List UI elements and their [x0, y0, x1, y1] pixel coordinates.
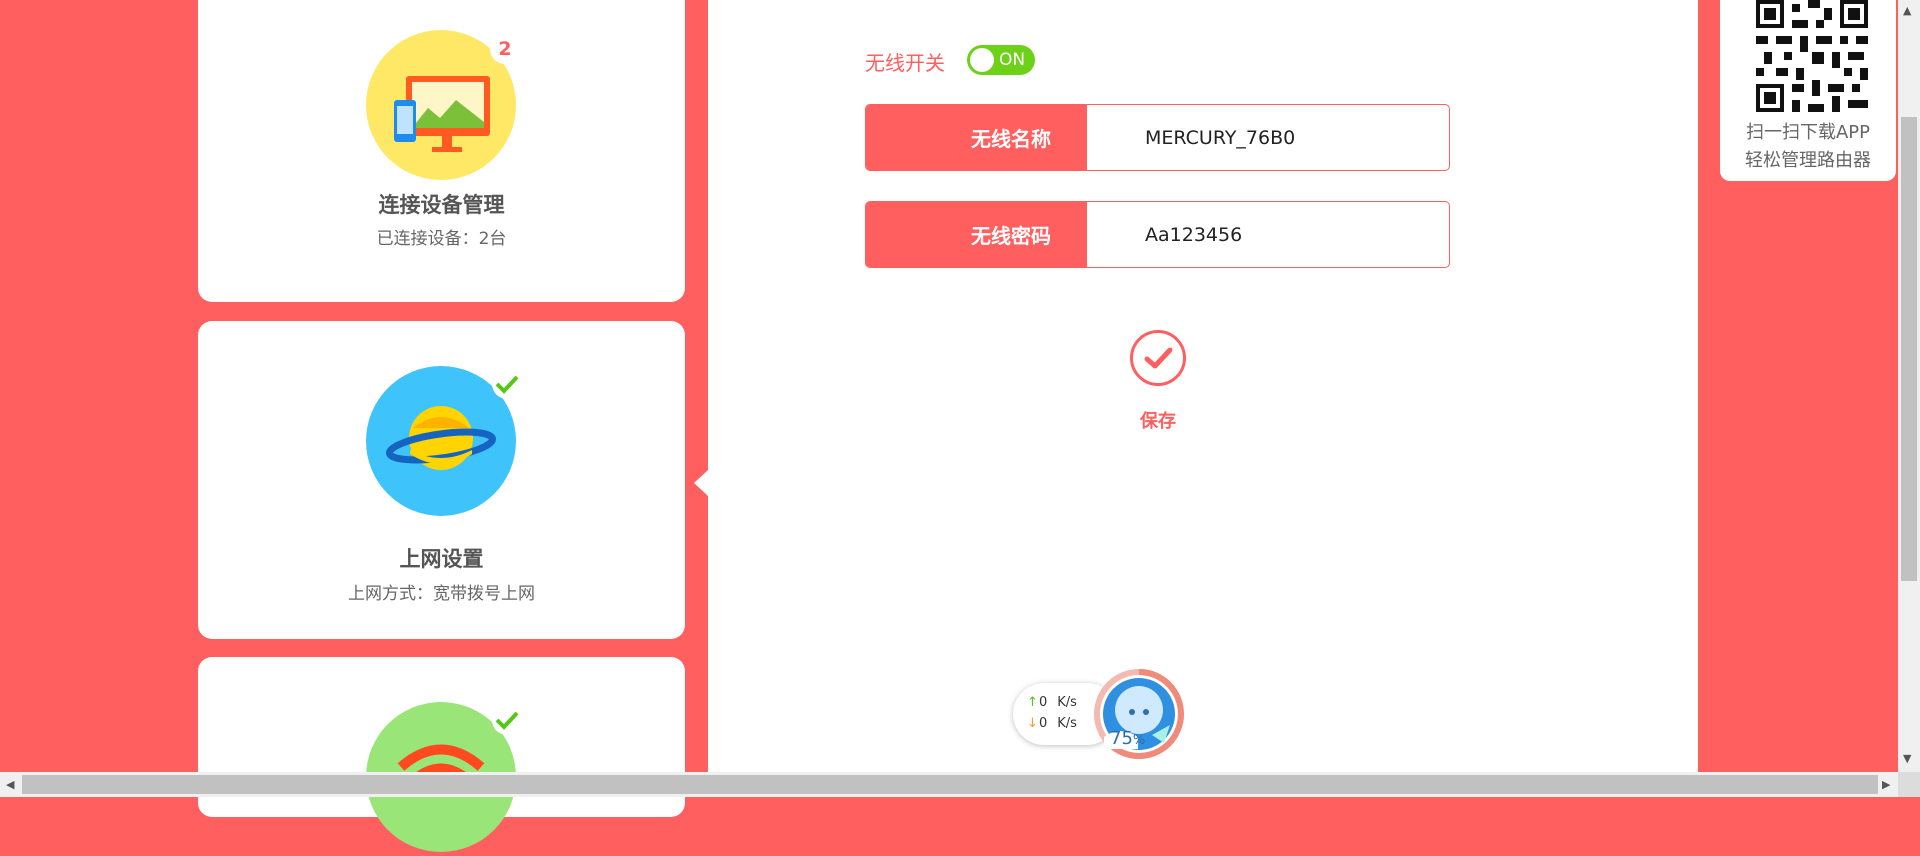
wireless-toggle[interactable]: ON	[967, 45, 1035, 75]
card-title: 连接设备管理	[378, 193, 505, 217]
toggle-state-text: ON	[999, 50, 1026, 70]
scroll-left-icon[interactable]: ◀	[6, 778, 14, 791]
check-icon	[1130, 330, 1186, 386]
password-field[interactable]: 无线密码 Aa123456	[865, 201, 1450, 268]
vertical-scrollbar[interactable]: ▲ ▼	[1898, 0, 1920, 772]
ssid-input[interactable]: MERCURY_76B0	[1145, 105, 1439, 170]
qr-caption-line2: 轻松管理路由器	[1745, 150, 1871, 171]
qr-code-icon	[1756, 0, 1868, 112]
ssid-field[interactable]: 无线名称 MERCURY_76B0	[865, 104, 1450, 171]
download-speed-row: ↓0 K/s	[1027, 716, 1077, 731]
password-label: 无线密码	[866, 202, 1087, 267]
card-subtitle: 已连接设备：2台	[376, 229, 507, 249]
check-icon	[492, 705, 522, 735]
panel-pointer	[694, 470, 708, 496]
download-speed-unit: K/s	[1057, 716, 1077, 731]
load-value: 75	[1110, 728, 1133, 749]
download-arrow-icon: ↓	[1027, 716, 1038, 731]
card-subtitle: 上网方式：宽带拨号上网	[348, 584, 535, 604]
download-speed-value: 0	[1039, 716, 1048, 731]
save-button[interactable]: 保存	[1127, 330, 1189, 432]
internet-settings-card[interactable]: 上网设置 上网方式：宽带拨号上网	[198, 321, 685, 639]
scroll-up-icon[interactable]: ▲	[1903, 4, 1911, 17]
save-label: 保存	[1140, 411, 1176, 432]
vertical-scroll-thumb[interactable]	[1901, 117, 1917, 581]
check-icon	[492, 369, 522, 399]
load-percent-sign: %	[1132, 733, 1146, 748]
ssid-label: 无线名称	[866, 105, 1087, 170]
upload-arrow-icon: ↑	[1027, 695, 1038, 710]
qr-panel: 扫一扫下载APP 轻松管理路由器	[1720, 0, 1896, 181]
password-input[interactable]: Aa123456	[1145, 202, 1439, 267]
card-title: 上网设置	[399, 547, 484, 571]
qr-caption-line1: 扫一扫下载APP	[1745, 122, 1871, 143]
toggle-knob	[970, 48, 994, 72]
wireless-switch-label: 无线开关	[865, 51, 945, 75]
scroll-down-icon[interactable]: ▼	[1903, 752, 1911, 765]
device-management-card[interactable]: 2 连接设备管理 已连接设备：2台	[198, 0, 685, 302]
upload-speed-unit: K/s	[1057, 695, 1077, 710]
horizontal-scrollbar[interactable]: ◀ ▶	[0, 772, 1898, 797]
upload-speed-value: 0	[1039, 695, 1048, 710]
upload-speed-row: ↑0 K/s	[1027, 695, 1077, 710]
scroll-right-icon[interactable]: ▶	[1882, 778, 1890, 791]
connected-count-badge: 2	[490, 34, 520, 64]
scrollbar-corner	[1898, 772, 1920, 797]
load-percent: 75%	[1110, 728, 1145, 749]
horizontal-scroll-thumb[interactable]	[22, 775, 1878, 794]
